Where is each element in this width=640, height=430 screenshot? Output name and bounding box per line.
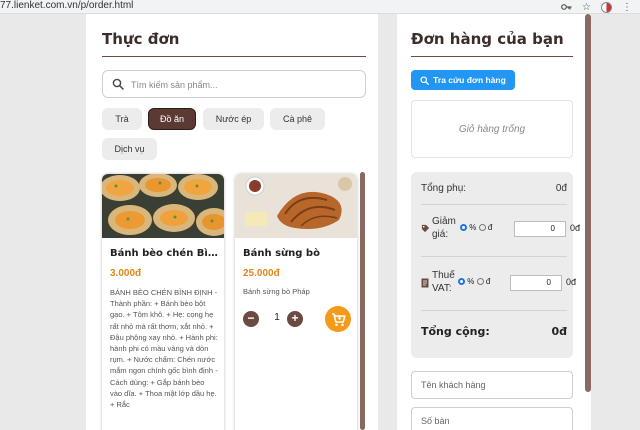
empty-cart-text: Giỏ hàng trống	[458, 123, 526, 135]
subtotal-row: Tổng phụ: 0đ	[421, 183, 567, 194]
menu-title: Thực đơn	[102, 30, 180, 48]
product-search[interactable]	[102, 70, 366, 98]
total-value: 0đ	[551, 325, 567, 338]
increase-quantity-button[interactable]: +	[287, 311, 303, 327]
order-panel: Đơn hàng của bạn Tra cứu đơn hàng Giỏ hà…	[397, 14, 591, 430]
category-juice[interactable]: Nước ép	[203, 108, 264, 130]
receipt-icon	[421, 278, 429, 288]
product-image-banh-beo[interactable]	[102, 174, 224, 238]
table-number-field[interactable]	[411, 407, 573, 430]
order-lookup-button[interactable]: Tra cứu đơn hàng	[411, 70, 515, 90]
key-icon[interactable]	[561, 3, 572, 11]
discount-percent-radio[interactable]	[460, 224, 467, 232]
profile-flag-icon[interactable]	[601, 1, 612, 13]
vat-percent-radio[interactable]	[458, 278, 465, 286]
menu-panel: Thực đơn Trà Đồ ăn Nước ép Cà phê Dịch v…	[86, 14, 378, 430]
category-coffee[interactable]: Cà phê	[270, 108, 325, 130]
product-name: Bánh bèo chén Bình Định	[110, 248, 218, 259]
search-icon	[420, 75, 430, 85]
discount-type-options: % đ	[460, 223, 492, 232]
order-lookup-label: Tra cứu đơn hàng	[433, 75, 506, 85]
summary-divider	[421, 256, 567, 257]
discount-input[interactable]: 0	[514, 221, 566, 237]
decrease-quantity-button[interactable]: −	[243, 311, 259, 327]
summary-divider	[421, 310, 567, 311]
product-card-croissant[interactable]: Bánh sừng bò 25.000đ Bánh sừng bò Pháp −…	[235, 174, 357, 430]
bookmark-star-icon[interactable]: ☆	[582, 2, 591, 13]
subtotal-label: Tổng phụ:	[421, 183, 467, 194]
order-page: Thực đơn Trà Đồ ăn Nước ép Cà phê Dịch v…	[0, 14, 640, 430]
product-price: 3.000đ	[110, 268, 142, 279]
category-service[interactable]: Dịch vụ	[102, 138, 157, 160]
vat-input[interactable]: 0	[510, 275, 562, 291]
category-tea[interactable]: Trà	[102, 108, 142, 130]
quantity-stepper: − 1 +	[243, 306, 351, 332]
search-icon	[112, 78, 124, 90]
tag-icon	[421, 224, 430, 233]
vat-dong-radio[interactable]	[476, 278, 484, 286]
product-description: Bánh sừng bò Pháp	[243, 287, 310, 296]
total-label: Tổng cộng:	[421, 325, 490, 338]
product-list-scrollbar[interactable]	[360, 172, 365, 430]
browser-address-bar[interactable]: 77.lienket.com.vn/p/order.html ☆ ⋮	[0, 0, 640, 14]
subtotal-value: 0đ	[555, 183, 567, 194]
discount-dong-radio[interactable]	[478, 224, 486, 232]
product-description: BÁNH BÈO CHÉN BÌNH ĐỊNH - Thành phần: + …	[110, 288, 218, 410]
product-name: Bánh sừng bò	[243, 248, 320, 259]
product-price: 25.000đ	[243, 268, 280, 279]
customer-name-field[interactable]	[411, 371, 573, 399]
add-to-cart-button[interactable]	[325, 306, 351, 332]
url-text[interactable]: 77.lienket.com.vn/p/order.html	[0, 0, 133, 12]
menu-title-divider	[102, 56, 366, 57]
browser-actions: ☆ ⋮	[561, 0, 632, 14]
order-summary: Tổng phụ: 0đ Giảm giá: % đ 0 0đ Thuế VAT…	[411, 172, 580, 358]
vat-type-options: % đ	[458, 277, 490, 286]
search-input[interactable]	[131, 76, 359, 93]
product-image-croissant[interactable]	[235, 174, 357, 238]
quantity-value: 1	[274, 312, 280, 323]
discount-amount: 0đ	[570, 223, 581, 233]
product-card-banh-beo[interactable]: Bánh bèo chén Bình Định 3.000đ BÁNH BÈO …	[102, 174, 224, 430]
summary-divider	[421, 204, 567, 205]
empty-cart-box: Giỏ hàng trống	[411, 100, 573, 158]
order-panel-scrollbar[interactable]	[585, 14, 591, 392]
cart-icon	[332, 313, 346, 327]
order-title: Đơn hàng của bạn	[411, 30, 564, 48]
order-title-divider	[411, 56, 573, 57]
vat-amount: 0đ	[566, 277, 577, 287]
category-food[interactable]: Đồ ăn	[148, 108, 196, 130]
more-menu-icon[interactable]: ⋮	[622, 2, 632, 13]
